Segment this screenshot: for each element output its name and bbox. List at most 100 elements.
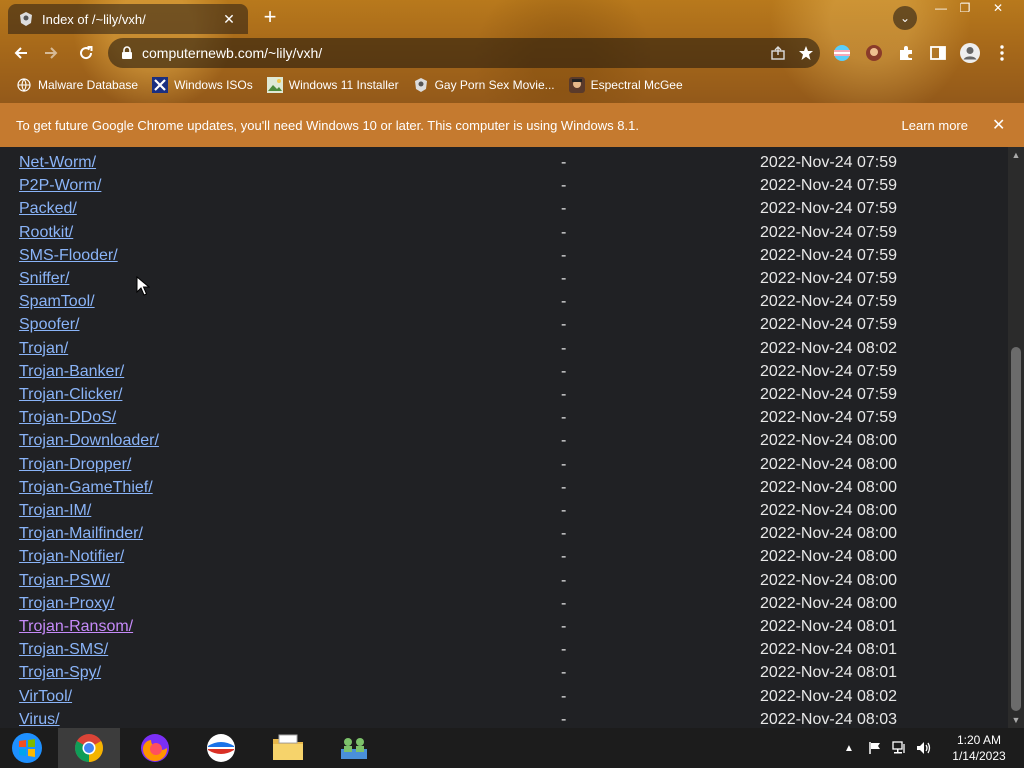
listing-link[interactable]: Trojan-Ransom/ <box>19 618 133 636</box>
listing-date: 2022-Nov-24 08:00 <box>760 478 897 496</box>
listing-date: 2022-Nov-24 08:03 <box>760 710 897 728</box>
reload-button[interactable] <box>73 40 99 66</box>
mouse-cursor-icon <box>136 276 150 296</box>
listing-link[interactable]: Trojan-Downloader/ <box>19 432 159 450</box>
extension-avatar-icon[interactable] <box>862 41 886 65</box>
listing-size: - <box>561 432 567 450</box>
windows-taskbar: ▲ 1:20 AM 1/14/2023 <box>0 728 1024 768</box>
extensions-puzzle-icon[interactable] <box>894 41 918 65</box>
volume-icon[interactable] <box>916 728 932 768</box>
extension-flag-icon[interactable] <box>830 41 854 65</box>
listing-row: Packed/ - 2022-Nov-24 07:59 <box>0 198 1008 221</box>
listing-link[interactable]: SpamTool/ <box>19 293 95 311</box>
listing-link[interactable]: Net-Worm/ <box>19 154 96 172</box>
listing-link[interactable]: Trojan-DDoS/ <box>19 409 116 427</box>
minimize-button[interactable]: — <box>928 0 954 18</box>
show-hidden-icons-button[interactable]: ▲ <box>844 728 854 768</box>
arrow-left-icon <box>14 47 27 59</box>
listing-size: - <box>561 548 567 566</box>
learn-more-link[interactable]: Learn more <box>902 118 968 133</box>
scroll-up-arrow-icon[interactable]: ▲ <box>1008 147 1024 163</box>
listing-row: Trojan-Notifier/ - 2022-Nov-24 08:00 <box>0 546 1008 569</box>
listing-link[interactable]: Sniffer/ <box>19 270 69 288</box>
bookmark-item[interactable]: Espectral McGee <box>568 77 683 93</box>
browser-tab[interactable]: Index of /~lily/vxh/ ✕ <box>8 4 248 34</box>
close-window-button[interactable]: ✕ <box>978 0 1018 18</box>
taskbar-opera-button[interactable] <box>190 728 252 768</box>
bookmark-label: Windows 11 Installer <box>288 78 399 92</box>
listing-date: 2022-Nov-24 07:59 <box>760 362 897 380</box>
start-button[interactable] <box>4 728 50 768</box>
listing-link[interactable]: Trojan/ <box>19 340 68 358</box>
listing-link[interactable]: Packed/ <box>19 200 77 218</box>
profile-avatar-icon[interactable] <box>958 41 982 65</box>
listing-link[interactable]: Trojan-Mailfinder/ <box>19 525 143 543</box>
listing-row: Trojan-Dropper/ - 2022-Nov-24 08:00 <box>0 454 1008 477</box>
listing-link[interactable]: Trojan-Spy/ <box>19 664 101 682</box>
listing-link[interactable]: Trojan-Banker/ <box>19 363 124 381</box>
listing-date: 2022-Nov-24 08:02 <box>760 687 897 705</box>
side-panel-icon[interactable] <box>926 41 950 65</box>
taskbar-explorer-button[interactable] <box>257 728 319 768</box>
bookmark-item[interactable]: Gay Porn Sex Movie... <box>413 77 555 93</box>
taskbar-chrome-button[interactable] <box>58 728 120 768</box>
listing-link[interactable]: Trojan-Notifier/ <box>19 548 124 566</box>
listing-date: 2022-Nov-24 07:59 <box>760 246 897 264</box>
listing-link[interactable]: P2P-Worm/ <box>19 177 101 195</box>
avatar-icon <box>568 77 585 93</box>
listing-link[interactable]: Rootkit/ <box>19 224 73 242</box>
listing-row: VirTool/ - 2022-Nov-24 08:02 <box>0 686 1008 709</box>
windows-start-icon <box>12 733 42 763</box>
browser-toolbar: computernewb.com/~lily/vxh/ <box>0 36 1024 70</box>
back-button[interactable] <box>8 40 34 66</box>
listing-date: 2022-Nov-24 08:00 <box>760 455 897 473</box>
taskbar-clock[interactable]: 1:20 AM 1/14/2023 <box>940 732 1018 764</box>
listing-size: - <box>561 525 567 543</box>
listing-link[interactable]: Virus/ <box>19 711 60 728</box>
bookmark-item[interactable]: Windows 11 Installer <box>266 77 399 93</box>
listing-date: 2022-Nov-24 07:59 <box>760 177 897 195</box>
listing-link[interactable]: Spoofer/ <box>19 316 79 334</box>
taskbar-network-button[interactable] <box>323 728 385 768</box>
action-center-flag-icon[interactable] <box>868 728 882 768</box>
taskbar-firefox-button[interactable] <box>124 728 186 768</box>
listing-date: 2022-Nov-24 08:01 <box>760 664 897 682</box>
listing-row: Virus/ - 2022-Nov-24 08:03 <box>0 709 1008 728</box>
scroll-down-arrow-icon[interactable]: ▼ <box>1008 712 1024 728</box>
listing-size: - <box>561 687 567 705</box>
listing-link[interactable]: Trojan-IM/ <box>19 502 91 520</box>
bookmark-item[interactable]: Malware Database <box>16 77 138 93</box>
listing-row: Trojan-IM/ - 2022-Nov-24 08:00 <box>0 500 1008 523</box>
new-tab-button[interactable]: + <box>258 6 282 30</box>
listing-size: - <box>561 618 567 635</box>
infobar-close-icon[interactable]: ✕ <box>992 115 1008 135</box>
clock-date: 1/14/2023 <box>952 749 1006 763</box>
listing-size: - <box>561 154 567 171</box>
maximize-button[interactable]: ❐ <box>952 0 978 18</box>
listing-link[interactable]: Trojan-Proxy/ <box>19 595 114 613</box>
tab-close-icon[interactable]: ✕ <box>220 10 238 28</box>
listing-link[interactable]: VirTool/ <box>19 688 72 706</box>
listing-link[interactable]: SMS-Flooder/ <box>19 247 118 265</box>
forward-button[interactable] <box>38 40 64 66</box>
listing-row: Trojan-GameThief/ - 2022-Nov-24 08:00 <box>0 477 1008 500</box>
share-icon[interactable] <box>764 39 792 67</box>
listing-date: 2022-Nov-24 07:59 <box>760 316 897 334</box>
tab-search-button[interactable]: ⌄ <box>893 6 917 30</box>
bookmark-star-icon[interactable] <box>792 39 820 67</box>
listing-link[interactable]: Trojan-Dropper/ <box>19 456 131 474</box>
listing-link[interactable]: Trojan-Clicker/ <box>19 386 122 404</box>
listing-date: 2022-Nov-24 08:01 <box>760 641 897 659</box>
listing-link[interactable]: Trojan-PSW/ <box>19 572 110 590</box>
network-status-icon[interactable] <box>892 728 908 768</box>
bookmark-item[interactable]: Windows ISOs <box>152 77 253 93</box>
listing-row: Trojan-Ransom/ - 2022-Nov-24 08:01 <box>0 616 1008 639</box>
listing-row: Trojan-Clicker/ - 2022-Nov-24 07:59 <box>0 384 1008 407</box>
menu-kebab-icon[interactable] <box>990 41 1014 65</box>
scrollbar-thumb[interactable] <box>1011 347 1021 711</box>
listing-link[interactable]: Trojan-GameThief/ <box>19 479 153 497</box>
listing-link[interactable]: Trojan-SMS/ <box>19 641 108 659</box>
page-scrollbar[interactable]: ▲ ▼ <box>1008 147 1024 728</box>
address-bar[interactable]: computernewb.com/~lily/vxh/ <box>108 38 820 68</box>
clock-time: 1:20 AM <box>956 733 1002 747</box>
